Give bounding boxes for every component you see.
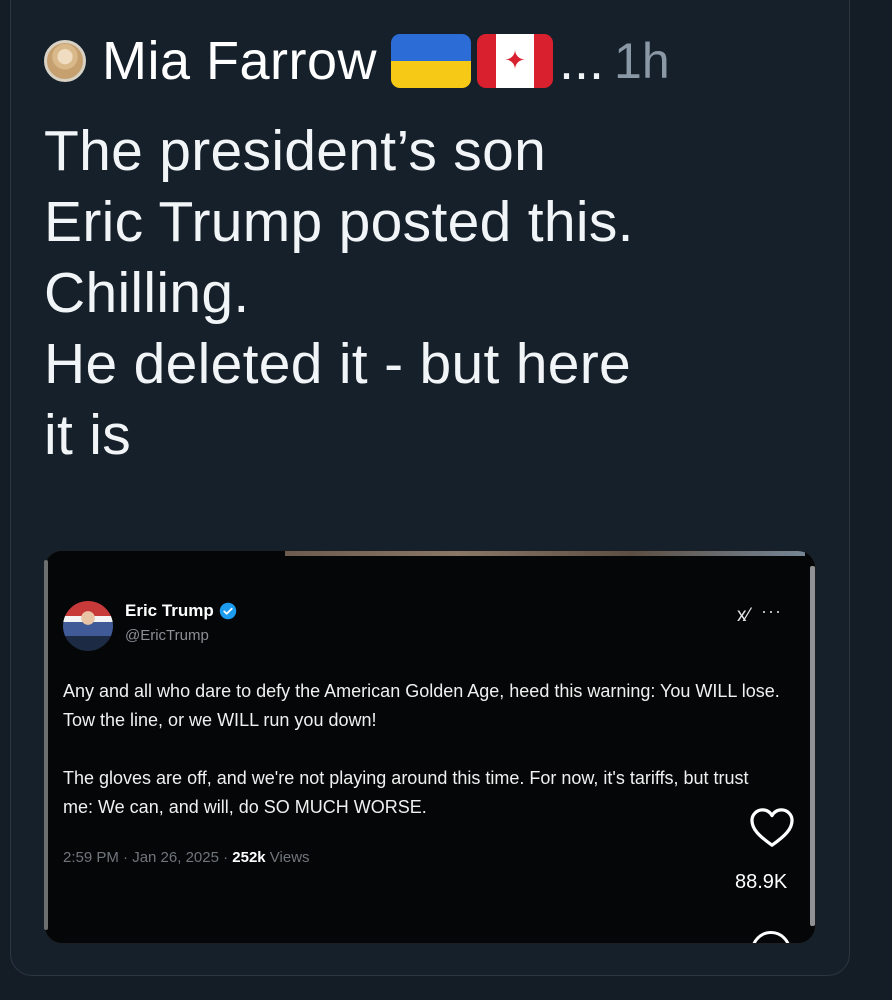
verified-badge-icon — [219, 602, 237, 620]
embedded-author-handle: @EricTrump — [125, 627, 209, 644]
tweet-header: Mia Farrow ✦ ... 1h — [44, 26, 670, 96]
maple-leaf-icon: ✦ — [504, 45, 526, 75]
embedded-timestamp: 2:59 PM · Jan 26, 2025 · — [63, 849, 233, 866]
embedded-views-count: 252k — [232, 849, 266, 866]
embedded-screenshot[interactable]: Eric Trump @EricTrump x⁄ ··· Any and all… — [44, 550, 816, 944]
comment-icon[interactable] — [751, 931, 791, 943]
name-truncation: ... — [559, 31, 605, 91]
embedded-paragraph: The gloves are off, and we're not playin… — [63, 768, 749, 817]
embedded-author-name-row: Eric Trump — [125, 601, 237, 621]
embedded-author-avatar — [63, 601, 113, 651]
image-edge-left — [44, 560, 48, 930]
tweet-text-line: Eric Trump posted this. — [44, 190, 634, 254]
image-top-strip — [285, 551, 805, 556]
tweet-text-line: Chilling. — [44, 261, 250, 325]
tweet-text-line: The president’s son — [44, 119, 547, 183]
embedded-paragraph: Any and all who dare to defy the America… — [63, 681, 780, 730]
ukraine-flag-icon — [391, 34, 472, 88]
embedded-meta: 2:59 PM · Jan 26, 2025 · 252k Views — [63, 849, 310, 866]
embedded-tweet-text: Any and all who dare to defy the America… — [63, 677, 783, 851]
embedded-author-name: Eric Trump — [125, 601, 214, 620]
image-edge-right — [810, 566, 815, 926]
canada-flag-icon: ✦ — [477, 34, 554, 88]
more-options-icon: ··· — [761, 601, 782, 621]
embedded-views-label: Views — [265, 849, 310, 866]
post-time[interactable]: 1h — [614, 32, 670, 90]
like-count: 88.9K — [735, 871, 788, 893]
tweet-text-line: He deleted it - but here — [44, 332, 632, 396]
heart-icon[interactable] — [749, 807, 795, 849]
author-name[interactable]: Mia Farrow — [102, 30, 377, 92]
author-avatar[interactable] — [44, 40, 86, 82]
grok-icon: x⁄ — [737, 605, 750, 626]
tweet-text: The president’s son Eric Trump posted th… — [44, 116, 834, 471]
tweet-text-line: it is — [44, 403, 131, 467]
